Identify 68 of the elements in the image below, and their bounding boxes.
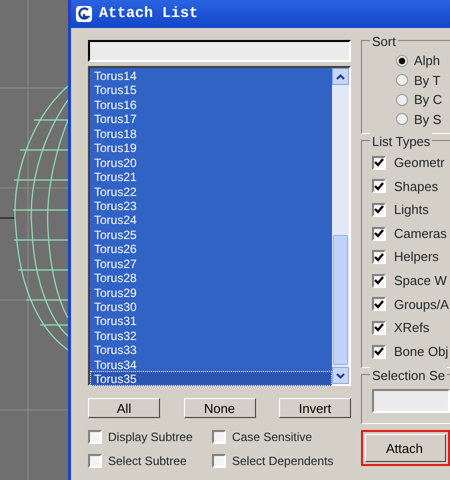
option-label: Case Sensitive [232, 429, 312, 446]
list-item[interactable]: Torus29 [90, 284, 332, 299]
window-title: Attach List [99, 4, 198, 24]
checkbox[interactable] [372, 320, 386, 335]
list-item[interactable]: Torus16 [90, 96, 332, 112]
checkbox-label: Helpers [394, 248, 439, 266]
list-item[interactable]: Torus28 [90, 270, 332, 285]
checkbox-label: Geometr [394, 154, 445, 172]
list-item[interactable]: Torus21 [90, 169, 332, 184]
checkbox-label: Lights [394, 201, 429, 220]
list-item[interactable]: Torus20 [90, 154, 332, 170]
checkbox[interactable] [372, 250, 386, 264]
list-item[interactable]: Torus24 [90, 212, 332, 227]
app-logo-icon [75, 5, 93, 23]
checkbox-label: XRefs [394, 319, 430, 338]
list-item[interactable]: Torus17 [90, 111, 332, 126]
checkbox-label: Groups/A [394, 296, 449, 314]
checkbox[interactable] [88, 454, 102, 468]
list-item[interactable]: Torus35 [90, 371, 332, 386]
list-item[interactable]: Torus25 [90, 226, 332, 242]
attach-button[interactable]: Attach [365, 434, 446, 462]
scrollbar[interactable] [332, 68, 349, 384]
checkbox[interactable] [372, 179, 386, 194]
checkbox[interactable] [372, 297, 386, 312]
list-item[interactable]: Torus22 [90, 184, 332, 198]
checkbox[interactable] [212, 454, 226, 468]
selection-sets-field[interactable] [372, 389, 450, 414]
filter-field[interactable] [88, 40, 351, 62]
list-button[interactable]: All [88, 398, 160, 418]
radio-label: By T [414, 72, 440, 90]
radio-label: By S [414, 110, 442, 129]
list-item[interactable]: Torus18 [90, 126, 332, 140]
radio-button[interactable] [396, 54, 408, 67]
list-item[interactable]: Torus34 [90, 356, 332, 372]
list-item[interactable]: Torus19 [90, 140, 332, 155]
checkbox-label: Shapes [394, 178, 438, 196]
checkbox-label: Bone Obj [394, 342, 448, 361]
radio-button[interactable] [396, 113, 408, 126]
option-label: Select Dependents [232, 453, 334, 470]
group-title: List Types [370, 132, 432, 152]
radio-label: Alph [414, 52, 440, 70]
checkbox[interactable] [372, 344, 386, 359]
scroll-up-icon[interactable] [332, 68, 349, 85]
option-label: Display Subtree [108, 429, 193, 446]
radio-label: By C [414, 91, 442, 109]
checkbox[interactable] [372, 156, 386, 170]
list-item[interactable]: Torus33 [90, 342, 332, 357]
list-item[interactable]: Torus31 [90, 313, 332, 328]
checkbox-label: Cameras [394, 224, 447, 243]
checkbox[interactable] [372, 274, 386, 288]
list-button[interactable]: Invert [279, 398, 351, 418]
checkbox[interactable] [88, 430, 102, 444]
list-item[interactable]: Torus26 [90, 241, 332, 256]
radio-button[interactable] [396, 94, 408, 106]
checkbox-label: Space W [394, 272, 447, 290]
checkbox[interactable] [372, 202, 386, 217]
list-item[interactable]: Torus14 [90, 68, 332, 82]
radio-button[interactable] [396, 74, 408, 86]
list-item[interactable]: Torus23 [90, 198, 332, 212]
list-item[interactable]: Torus15 [90, 82, 332, 97]
checkbox[interactable] [372, 226, 386, 241]
list-item[interactable]: Torus32 [90, 328, 332, 342]
list-item[interactable]: Torus27 [90, 256, 332, 270]
list-item[interactable]: Torus30 [90, 299, 332, 314]
checkbox[interactable] [212, 430, 226, 444]
scroll-down-icon[interactable] [332, 367, 349, 384]
option-label: Select Subtree [108, 453, 187, 470]
list-button[interactable]: None [184, 398, 256, 418]
